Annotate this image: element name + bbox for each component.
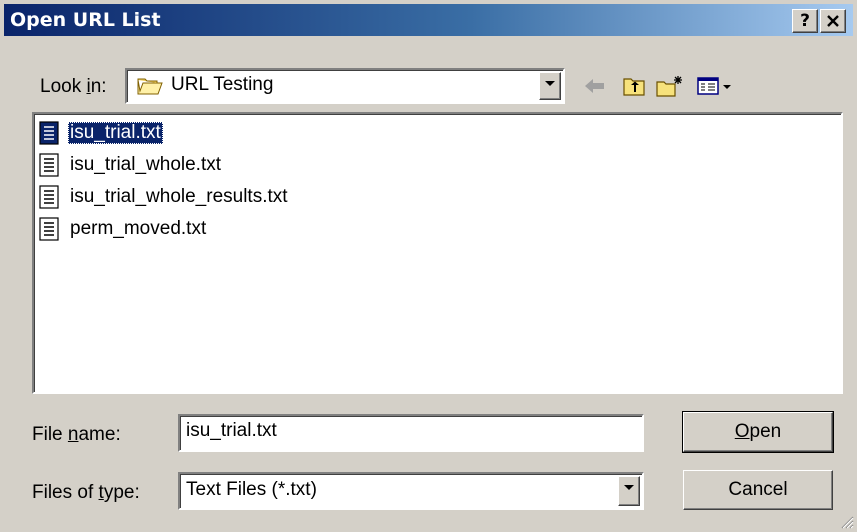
view-menu-icon[interactable] [696,74,736,98]
file-name: isu_trial_whole_results.txt [70,186,288,207]
window-title: Open URL List [10,9,161,31]
close-button[interactable] [820,9,846,33]
open-folder-icon [137,78,163,95]
file-item[interactable]: isu_trial.txt [36,118,163,148]
file-item[interactable]: isu_trial_whole_results.txt [36,182,290,212]
file-item[interactable]: isu_trial_whole.txt [36,150,223,180]
open-button[interactable]: Open [682,411,834,453]
new-folder-icon[interactable] [655,74,685,98]
file-type-dropdown-button[interactable] [618,476,640,506]
text-file-icon [39,217,59,241]
open-url-list-dialog: Open URL List ? Look in: URL Testing isu… [0,0,857,532]
file-type-combo[interactable]: Text Files (*.txt) [178,472,644,510]
resize-grip-icon[interactable] [840,515,854,529]
file-name: isu_trial.txt [68,122,163,144]
file-name-label: File name: [32,424,121,445]
file-item[interactable]: perm_moved.txt [36,214,208,244]
cancel-button[interactable]: Cancel [683,470,833,510]
title-bar[interactable]: Open URL List ? [4,4,853,36]
text-file-icon [39,121,59,145]
help-button[interactable]: ? [792,9,818,33]
back-arrow-icon[interactable] [582,74,608,98]
look-in-combo[interactable]: URL Testing [125,68,565,104]
look-in-dropdown-button[interactable] [539,72,561,100]
file-type-label: Files of type: [32,482,140,503]
file-name: isu_trial_whole.txt [70,154,222,175]
file-type-value: Text Files (*.txt) [186,479,317,500]
look-in-label: Look in: [40,76,107,97]
file-name-input[interactable]: isu_trial.txt [178,414,644,452]
file-list[interactable]: isu_trial.txt isu_trial_whole.txt isu_tr… [32,112,843,394]
close-icon [827,15,839,27]
text-file-icon [39,185,59,209]
look-in-value: URL Testing [171,74,274,95]
text-file-icon [39,153,59,177]
up-folder-icon[interactable] [622,74,648,98]
file-name: perm_moved.txt [70,218,207,239]
